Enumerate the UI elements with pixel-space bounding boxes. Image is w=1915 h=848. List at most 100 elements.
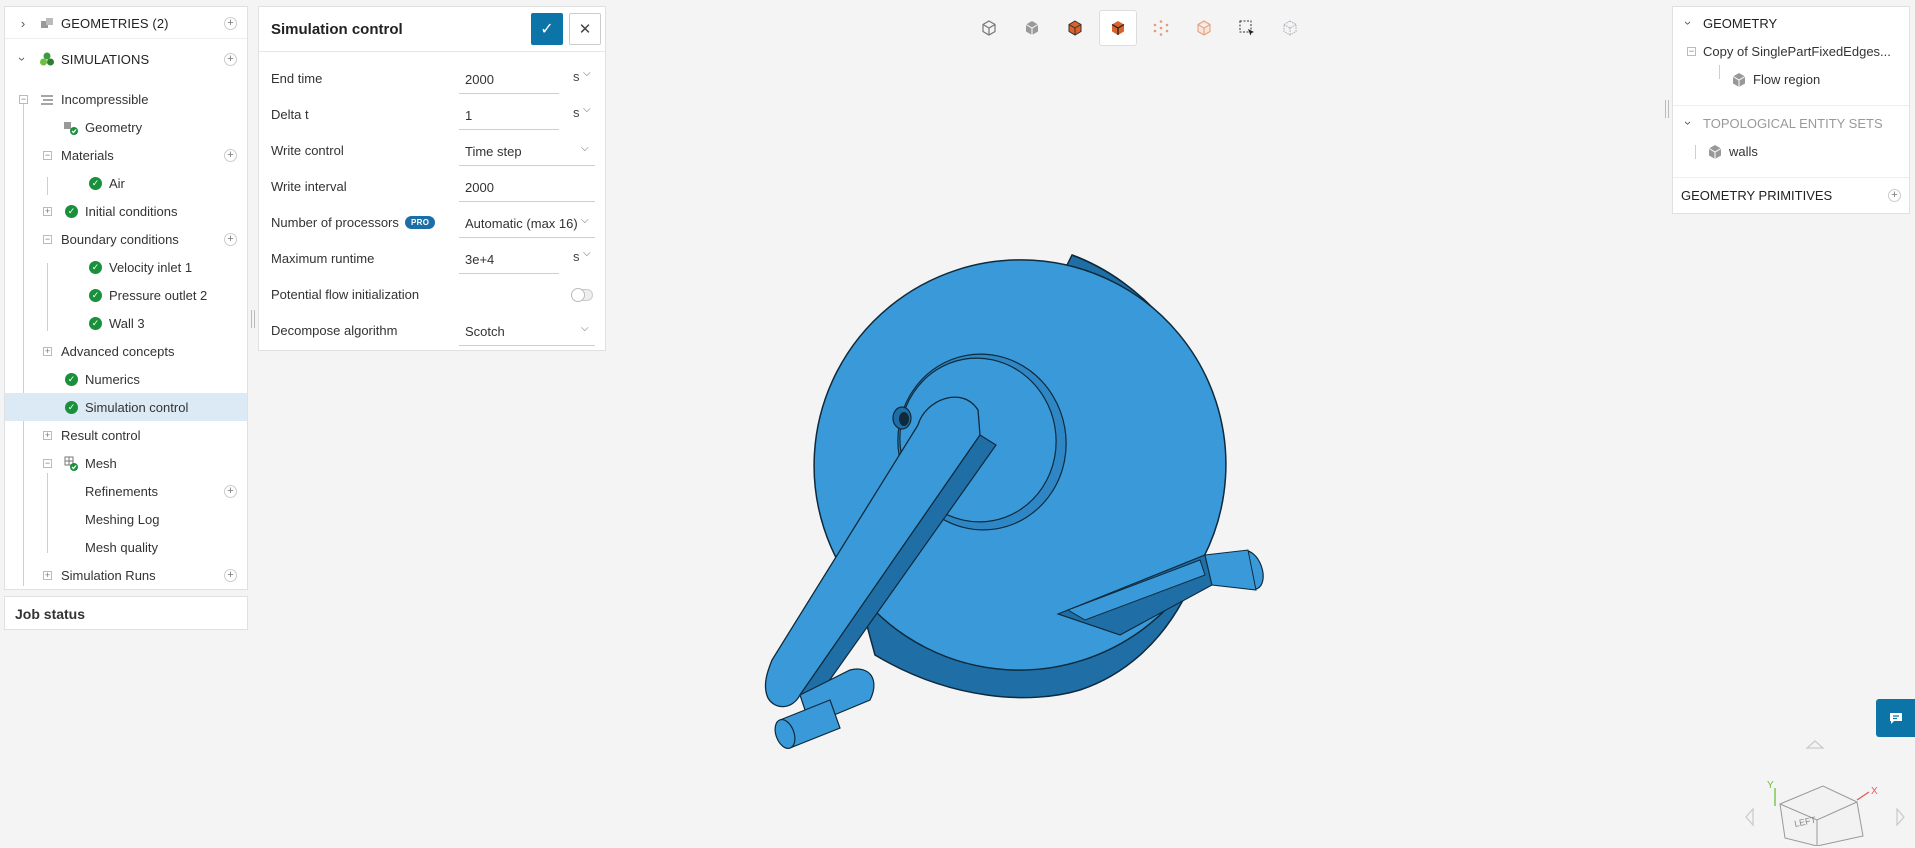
tree-item-advanced-concepts[interactable]: + Advanced concepts: [5, 337, 247, 365]
panel-resize-handle[interactable]: [1665, 100, 1669, 118]
wireframe-view-button[interactable]: [970, 10, 1008, 46]
add-geometry-button[interactable]: +: [224, 16, 237, 30]
unit-select[interactable]: s: [573, 105, 580, 120]
tree-item-simulation-runs[interactable]: + Simulation Runs +: [5, 561, 247, 589]
collapse-toggle[interactable]: −: [43, 459, 52, 468]
box-select-button[interactable]: [1228, 10, 1266, 46]
simulation-type-icon: [41, 95, 53, 105]
topo-header: TOPOLOGICAL ENTITY SETS: [1703, 115, 1883, 131]
model-viewport[interactable]: [700, 200, 1300, 770]
tree-item-label: Pressure outlet 2: [109, 287, 208, 303]
tree-item-label: Simulation Runs: [61, 567, 156, 583]
tree-item-incompressible[interactable]: − Incompressible: [5, 85, 247, 113]
surfaces-edges-view-button[interactable]: [1056, 10, 1094, 46]
expand-toggle[interactable]: +: [43, 571, 52, 580]
tree-item-label: Result control: [61, 427, 141, 443]
maximum-runtime-input[interactable]: 3e+4: [459, 244, 559, 274]
chevron-down-icon[interactable]: ⌵: [583, 68, 591, 79]
tree-simulations[interactable]: › SIMULATIONS +: [5, 45, 247, 73]
rotate-left-icon[interactable]: [1745, 807, 1754, 827]
collapse-toggle[interactable]: −: [43, 235, 52, 244]
job-status-panel[interactable]: Job status: [4, 596, 248, 630]
tree-item-refinements[interactable]: Refinements +: [5, 477, 247, 505]
expand-toggle[interactable]: +: [43, 347, 52, 356]
view-cube[interactable]: LEFT Y X: [1745, 738, 1910, 846]
tree-item-velocity-inlet[interactable]: ✓ Velocity inlet 1: [5, 253, 247, 281]
geometry-section-header[interactable]: › GEOMETRY: [1673, 9, 1909, 37]
collapse-toggle[interactable]: −: [43, 151, 52, 160]
geometry-item[interactable]: − Copy of SinglePartFixedEdges...: [1673, 37, 1909, 65]
confirm-button[interactable]: ✓: [531, 13, 563, 45]
rotate-up-icon[interactable]: [1805, 740, 1825, 749]
add-primitive-button[interactable]: +: [1888, 188, 1901, 202]
simulation-control-dialog: Simulation control ✓ ✕ End time 2000 s ⌵…: [258, 6, 606, 351]
chat-button[interactable]: [1876, 699, 1915, 737]
chevron-down-icon[interactable]: ›: [16, 53, 31, 65]
tree-item-boundary-conditions[interactable]: − Boundary conditions +: [5, 225, 247, 253]
tree-geometries[interactable]: › GEOMETRIES (2) +: [5, 9, 247, 37]
chat-icon: [1889, 713, 1902, 724]
close-button[interactable]: ✕: [569, 13, 601, 45]
chevron-down-icon[interactable]: ›: [1682, 17, 1697, 29]
unit-select[interactable]: s: [573, 69, 580, 84]
tree-item-meshing-log[interactable]: Meshing Log: [5, 505, 247, 533]
add-simulation-run-button[interactable]: +: [224, 568, 237, 582]
simulations-icon: [40, 52, 54, 66]
tree-item-wall[interactable]: ✓ Wall 3: [5, 309, 247, 337]
surfaces-view-button[interactable]: [1099, 10, 1137, 46]
hide-selection-button[interactable]: [1271, 10, 1309, 46]
panel-resize-handle[interactable]: [251, 310, 255, 328]
topological-entity-sets-header[interactable]: › TOPOLOGICAL ENTITY SETS: [1673, 109, 1909, 137]
processors-select[interactable]: Automatic (max 16) ⌵: [459, 208, 595, 238]
tree-item-label: Meshing Log: [85, 511, 160, 527]
chevron-down-icon[interactable]: ⌵: [583, 104, 591, 115]
tree-item-result-control[interactable]: + Result control: [5, 421, 247, 449]
flow-region-item[interactable]: Flow region: [1673, 65, 1909, 93]
geometry-primitives-header[interactable]: GEOMETRY PRIMITIVES +: [1673, 181, 1909, 209]
field-maximum-runtime: Maximum runtime 3e+4 s ⌵: [259, 241, 605, 277]
solid-view-button[interactable]: [1013, 10, 1051, 46]
transparent-view-icon: [1197, 20, 1211, 36]
expand-toggle[interactable]: +: [43, 431, 52, 440]
rotate-right-icon[interactable]: [1896, 807, 1905, 827]
expand-toggle[interactable]: +: [43, 207, 52, 216]
end-time-input[interactable]: 2000: [459, 64, 559, 94]
add-refinement-button[interactable]: +: [224, 484, 237, 498]
write-control-select[interactable]: Time step ⌵: [459, 136, 595, 166]
chevron-right-icon[interactable]: ›: [17, 16, 29, 31]
decompose-algorithm-select[interactable]: Scotch ⌵: [459, 316, 595, 346]
points-view-icon: [1153, 20, 1169, 36]
tree-item-simulation-control[interactable]: ✓ Simulation control: [5, 393, 247, 421]
tree-item-numerics[interactable]: ✓ Numerics: [5, 365, 247, 393]
geometries-icon: [41, 18, 53, 28]
surfaces-edges-view-icon: [1068, 20, 1082, 36]
tree-item-initial-conditions[interactable]: + ✓ Initial conditions: [5, 197, 247, 225]
potential-flow-toggle[interactable]: [571, 288, 593, 302]
tree-item-mesh[interactable]: − Mesh: [5, 449, 247, 477]
unit-select[interactable]: s: [573, 249, 580, 264]
tree-item-materials[interactable]: − Materials +: [5, 141, 247, 169]
solid-view-icon: [1025, 21, 1039, 35]
write-interval-input[interactable]: 2000: [459, 172, 595, 202]
collapse-toggle[interactable]: −: [19, 95, 28, 104]
tree-item-air[interactable]: ✓ Air: [5, 169, 247, 197]
chevron-down-icon[interactable]: ›: [1682, 117, 1697, 129]
add-boundary-condition-button[interactable]: +: [224, 232, 237, 246]
cube-icon: [1708, 145, 1722, 159]
chevron-down-icon[interactable]: ⌵: [583, 248, 591, 259]
dialog-title: Simulation control: [271, 21, 403, 38]
add-simulation-button[interactable]: +: [224, 52, 237, 66]
job-status-title: Job status: [15, 606, 86, 622]
field-label: Number of processors: [271, 215, 399, 230]
transparent-view-button[interactable]: [1185, 10, 1223, 46]
points-view-button[interactable]: [1142, 10, 1180, 46]
tree-item-pressure-outlet[interactable]: ✓ Pressure outlet 2: [5, 281, 247, 309]
delta-t-input[interactable]: 1: [459, 100, 559, 130]
walls-item[interactable]: walls: [1673, 137, 1909, 165]
tree-item-mesh-quality[interactable]: Mesh quality: [5, 533, 247, 561]
check-circle-icon: ✓: [89, 260, 102, 274]
add-material-button[interactable]: +: [224, 148, 237, 162]
collapse-toggle[interactable]: −: [1687, 47, 1696, 56]
tree-item-geometry[interactable]: Geometry: [5, 113, 247, 141]
axis-y-label: Y: [1767, 780, 1774, 791]
